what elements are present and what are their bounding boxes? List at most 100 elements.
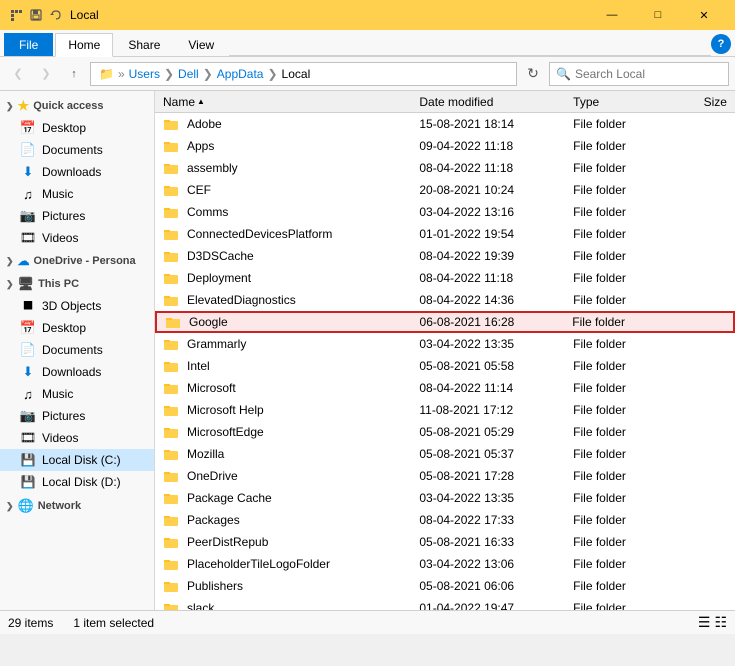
file-type-cell: File folder (573, 227, 676, 241)
grid-view-button[interactable]: ☷ (714, 614, 727, 631)
up-button[interactable]: ↑ (62, 62, 86, 86)
file-date-cell: 01-04-2022 19:47 (419, 601, 573, 610)
music-icon: ♫ (20, 186, 36, 202)
file-date-cell: 20-08-2021 10:24 (419, 183, 573, 197)
sidebar-onedrive-header[interactable]: ❯ ☁ OneDrive - Persona (0, 251, 154, 271)
file-date-cell: 03-04-2022 13:06 (419, 557, 573, 571)
file-name: OneDrive (187, 469, 238, 483)
tab-home[interactable]: Home (55, 33, 113, 57)
breadcrumb-dell[interactable]: Dell (178, 67, 199, 81)
table-row[interactable]: Adobe 15-08-2021 18:14 File folder (155, 113, 735, 135)
table-row[interactable]: assembly 08-04-2022 11:18 File folder (155, 157, 735, 179)
sidebar-item-label: Pictures (42, 209, 85, 223)
tab-file[interactable]: File (4, 33, 53, 56)
table-row[interactable]: MicrosoftEdge 05-08-2021 05:29 File fold… (155, 421, 735, 443)
table-row[interactable]: Grammarly 03-04-2022 13:35 File folder (155, 333, 735, 355)
quick-save-icon[interactable] (28, 7, 44, 23)
search-input[interactable] (575, 67, 722, 81)
sidebar-item-3d-objects[interactable]: ⯀ 3D Objects (0, 295, 154, 317)
folder-icon: 📁 (99, 67, 114, 81)
table-row[interactable]: Apps 09-04-2022 11:18 File folder (155, 135, 735, 157)
table-row[interactable]: Comms 03-04-2022 13:16 File folder (155, 201, 735, 223)
sidebar-item-downloads[interactable]: ⬇ Downloads (0, 161, 154, 183)
file-date-cell: 09-04-2022 11:18 (419, 139, 573, 153)
sidebar-item-desktop2[interactable]: 📅 Desktop (0, 317, 154, 339)
back-button[interactable]: ❮ (6, 62, 30, 86)
close-button[interactable]: ✕ (681, 0, 727, 30)
sidebar-item-videos2[interactable]: 🎞 Videos (0, 427, 154, 449)
selected-info: 1 item selected (73, 616, 154, 630)
table-row[interactable]: Microsoft 08-04-2022 11:14 File folder (155, 377, 735, 399)
table-row[interactable]: PlaceholderTileLogoFolder 03-04-2022 13:… (155, 553, 735, 575)
tab-view[interactable]: View (175, 33, 227, 56)
sidebar: ❯ ★ Quick access 📅 Desktop 📄 Documents ⬇… (0, 91, 155, 610)
breadcrumb-appdata[interactable]: AppData (217, 67, 264, 81)
file-name-cell: Grammarly (163, 336, 419, 352)
table-row[interactable]: Microsoft Help 11-08-2021 17:12 File fol… (155, 399, 735, 421)
undo-icon[interactable] (48, 7, 64, 23)
sidebar-item-desktop[interactable]: 📅 Desktop (0, 117, 154, 139)
file-type-cell: File folder (573, 161, 676, 175)
quick-access-back-icon[interactable] (8, 7, 24, 23)
address-path[interactable]: 📁 » Users ❯ Dell ❯ AppData ❯ Local (90, 62, 517, 86)
sidebar-item-label: Documents (42, 143, 103, 157)
file-date-cell: 08-04-2022 14:36 (419, 293, 573, 307)
file-name: Publishers (187, 579, 243, 593)
folder-icon (163, 160, 179, 176)
table-row[interactable]: Publishers 05-08-2021 06:06 File folder (155, 575, 735, 597)
sidebar-item-documents[interactable]: 📄 Documents (0, 139, 154, 161)
table-row[interactable]: ConnectedDevicesPlatform 01-01-2022 19:5… (155, 223, 735, 245)
sidebar-item-pictures2[interactable]: 📷 Pictures (0, 405, 154, 427)
refresh-button[interactable]: ↻ (521, 62, 545, 86)
table-row[interactable]: Intel 05-08-2021 05:58 File folder (155, 355, 735, 377)
ribbon: File Home Share View ? (0, 30, 735, 57)
sidebar-item-downloads2[interactable]: ⬇ Downloads (0, 361, 154, 383)
table-row[interactable]: Deployment 08-04-2022 11:18 File folder (155, 267, 735, 289)
folder-icon (163, 446, 179, 462)
file-name-cell: slack (163, 600, 419, 610)
table-row[interactable]: Package Cache 03-04-2022 13:35 File fold… (155, 487, 735, 509)
maximize-button[interactable]: □ (635, 0, 681, 30)
file-type-cell: File folder (573, 381, 676, 395)
music2-icon: ♫ (20, 386, 36, 402)
table-row[interactable]: ElevatedDiagnostics 08-04-2022 14:36 Fil… (155, 289, 735, 311)
sidebar-item-videos[interactable]: 🎞 Videos (0, 227, 154, 249)
table-row[interactable]: Mozilla 05-08-2021 05:37 File folder (155, 443, 735, 465)
table-row[interactable]: Google 06-08-2021 16:28 File folder (155, 311, 735, 333)
table-row[interactable]: CEF 20-08-2021 10:24 File folder (155, 179, 735, 201)
sidebar-item-local-d[interactable]: 💾 Local Disk (D:) (0, 471, 154, 493)
sidebar-item-local-c[interactable]: 💾 Local Disk (C:) (0, 449, 154, 471)
sidebar-network-header[interactable]: ❯ 🌐 Network (0, 495, 154, 517)
sidebar-quick-access-header[interactable]: ❯ ★ Quick access (0, 95, 154, 117)
col-header-name[interactable]: Name ▲ (163, 95, 419, 109)
file-name-cell: assembly (163, 160, 419, 176)
sidebar-item-music[interactable]: ♫ Music (0, 183, 154, 205)
titlebar-controls: — □ ✕ (589, 0, 727, 30)
minimize-button[interactable]: — (589, 0, 635, 30)
sidebar-this-pc-header[interactable]: ❯ 🖥 This PC (0, 273, 154, 295)
item-count: 29 items (8, 616, 53, 630)
folder-icon (163, 138, 179, 154)
table-row[interactable]: slack 01-04-2022 19:47 File folder (155, 597, 735, 610)
sidebar-item-documents2[interactable]: 📄 Documents (0, 339, 154, 361)
help-button[interactable]: ? (711, 34, 731, 54)
file-name: D3DSCache (187, 249, 254, 263)
list-view-button[interactable]: ☰ (698, 614, 711, 631)
search-box[interactable]: 🔍 (549, 62, 729, 86)
sidebar-item-pictures[interactable]: 📷 Pictures (0, 205, 154, 227)
sidebar-section-network: ❯ 🌐 Network (0, 495, 154, 517)
table-row[interactable]: PeerDistRepub 05-08-2021 16:33 File fold… (155, 531, 735, 553)
col-header-date[interactable]: Date modified (419, 95, 573, 109)
tab-share[interactable]: Share (115, 33, 173, 56)
table-row[interactable]: OneDrive 05-08-2021 17:28 File folder (155, 465, 735, 487)
table-row[interactable]: D3DSCache 08-04-2022 19:39 File folder (155, 245, 735, 267)
file-date-cell: 05-08-2021 06:06 (419, 579, 573, 593)
col-header-size[interactable]: Size (676, 95, 727, 109)
table-row[interactable]: Packages 08-04-2022 17:33 File folder (155, 509, 735, 531)
videos-icon: 🎞 (20, 230, 36, 246)
forward-button[interactable]: ❯ (34, 62, 58, 86)
sidebar-item-music2[interactable]: ♫ Music (0, 383, 154, 405)
file-type-cell: File folder (573, 491, 676, 505)
col-header-type[interactable]: Type (573, 95, 676, 109)
breadcrumb-users[interactable]: Users (129, 67, 160, 81)
